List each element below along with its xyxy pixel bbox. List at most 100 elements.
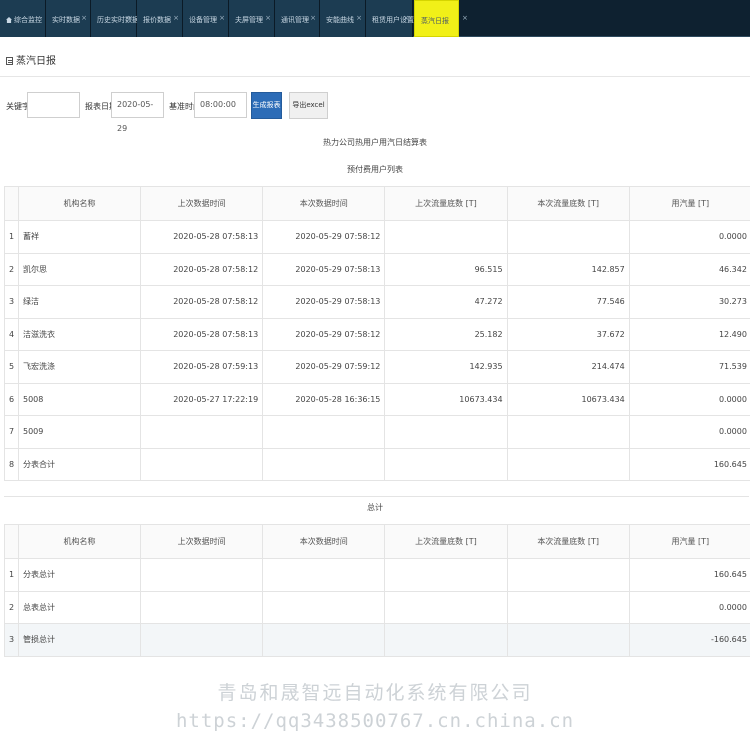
table-row[interactable]: 3 管损总计 -160.645 — [4, 623, 750, 657]
tab-2[interactable]: 历史实时数据 × — [91, 0, 139, 37]
this-flow-base — [506, 220, 630, 254]
col-this-base[interactable]: 本次流量底数 [T] — [506, 524, 630, 559]
this-flow-base — [506, 447, 630, 481]
tab-6[interactable]: 通讯管理 × — [275, 0, 320, 37]
org-name: 洁滋洗衣 — [18, 317, 141, 351]
org-name: 分表总计 — [18, 558, 141, 592]
col-this-time[interactable]: 本次数据时间 — [262, 186, 386, 221]
tab-9-close-icon[interactable]: × — [462, 14, 468, 22]
table-row[interactable]: 2 总表总计 0.0000 — [4, 590, 750, 624]
tab-3-close-icon[interactable]: × — [173, 14, 179, 22]
tab-2-close-icon[interactable]: × — [127, 14, 133, 22]
table-row[interactable]: 2 凯尔思 2020-05-28 07:58:12 2020-05-29 07:58:… — [4, 252, 750, 286]
tab-4-close-icon[interactable]: × — [219, 14, 225, 22]
table-row[interactable]: 8 分表合计 160.645 — [4, 447, 750, 481]
tab-0[interactable]: 综合监控 — [0, 0, 46, 37]
section2-title: 总计 — [367, 503, 383, 512]
keyword-input[interactable] — [27, 92, 80, 118]
last-flow-base — [384, 415, 508, 449]
table-row[interactable]: 7 5009 0.0000 — [4, 415, 750, 449]
tab-7[interactable]: 安能曲线 × — [320, 0, 366, 37]
tab-5[interactable]: 夫屏管理 × — [229, 0, 275, 37]
org-name: 5009 — [18, 415, 141, 449]
col-usage[interactable]: 用汽量 [T] — [628, 524, 750, 559]
tab-5-close-icon[interactable]: × — [265, 14, 271, 22]
tab-7-close-icon[interactable]: × — [356, 14, 362, 22]
tab-6-close-icon[interactable]: × — [310, 14, 316, 22]
row-index: 1 — [4, 220, 19, 254]
report-date-input[interactable]: 2020-05-29 — [111, 92, 164, 133]
col-this-time[interactable]: 本次数据时间 — [262, 524, 386, 559]
tab-9-label: 蒸汽日报 — [421, 17, 449, 25]
last-data-time — [139, 415, 264, 449]
col-org-name[interactable]: 机构名称 — [18, 524, 141, 559]
last-data-time — [139, 623, 264, 657]
watermark-url: https://qq3438500767.cn.china.cn — [175, 710, 575, 732]
last-data-time: 2020-05-28 07:59:13 — [139, 350, 264, 384]
col-this-base[interactable]: 本次流量底数 [T] — [506, 186, 630, 221]
this-data-time: 2020-05-29 07:58:13 — [262, 252, 386, 286]
steam-usage: 160.645 — [628, 447, 750, 481]
table-header-row: 机构名称 上次数据时间 本次数据时间 上次流量底数 [T] 本次流量底数 [T]… — [4, 524, 750, 559]
last-data-time — [139, 558, 264, 592]
last-data-time — [139, 447, 264, 481]
row-index: 7 — [4, 415, 19, 449]
row-index: 8 — [4, 447, 19, 481]
steam-usage: 0.0000 — [628, 590, 750, 624]
tab-8[interactable]: 租赁用户设置 × — [366, 0, 414, 37]
tab-9[interactable]: 蒸汽日报 — [414, 0, 459, 37]
row-index: 6 — [4, 382, 19, 416]
tab-3-label: 报价数据 — [143, 16, 171, 24]
last-data-time: 2020-05-28 07:58:12 — [139, 252, 264, 286]
col-org-name[interactable]: 机构名称 — [18, 186, 141, 221]
table-row[interactable]: 5 飞宏洗涤 2020-05-28 07:59:13 2020-05-29 07:59… — [4, 350, 750, 384]
last-flow-base: 10673.434 — [384, 382, 508, 416]
this-flow-base — [506, 558, 630, 592]
table-row[interactable]: 1 蓄祥 2020-05-28 07:58:13 2020-05-29 07:58:1… — [4, 220, 750, 254]
last-flow-base: 47.272 — [384, 285, 508, 319]
org-name: 凯尔思 — [18, 252, 141, 286]
org-name: 管损总计 — [18, 623, 141, 657]
steam-usage: 12.490 — [628, 317, 750, 351]
tab-8-close-icon[interactable]: × — [403, 14, 409, 22]
row-index: 2 — [4, 252, 19, 286]
org-name: 飞宏洗涤 — [18, 350, 141, 384]
this-flow-base: 37.672 — [506, 317, 630, 351]
this-data-time — [262, 590, 386, 624]
generate-report-button[interactable]: 生成报表 — [251, 92, 282, 119]
row-index: 3 — [4, 285, 19, 319]
table-row[interactable]: 4 洁滋洗衣 2020-05-28 07:58:13 2020-05-29 07:58… — [4, 317, 750, 351]
col-usage[interactable]: 用汽量 [T] — [628, 186, 750, 221]
steam-usage: 30.273 — [628, 285, 750, 319]
last-flow-base — [384, 623, 508, 657]
last-flow-base: 96.515 — [384, 252, 508, 286]
section1-title: 预付费用户列表 — [347, 165, 403, 174]
col-last-time[interactable]: 上次数据时间 — [139, 524, 264, 559]
col-last-base[interactable]: 上次流量底数 [T] — [384, 524, 508, 559]
table-row[interactable]: 3 绿洁 2020-05-28 07:58:12 2020-05-29 07:58:1… — [4, 285, 750, 319]
last-flow-base: 142.935 — [384, 350, 508, 384]
export-excel-button[interactable]: 导出excel — [289, 92, 328, 119]
last-data-time: 2020-05-28 07:58:13 — [139, 220, 264, 254]
this-data-time: 2020-05-29 07:58:12 — [262, 317, 386, 351]
steam-usage: 0.0000 — [628, 220, 750, 254]
tab-label: 综合监控 — [6, 15, 42, 25]
last-flow-base: 25.182 — [384, 317, 508, 351]
col-last-base[interactable]: 上次流量底数 [T] — [384, 186, 508, 221]
this-flow-base: 214.474 — [506, 350, 630, 384]
table-row[interactable]: 1 分表总计 160.645 — [4, 558, 750, 592]
page-title-text: 蒸汽日报 — [16, 56, 56, 67]
tab-1[interactable]: 实时数据 × — [46, 0, 91, 37]
base-time-input[interactable]: 08:00:00 — [194, 92, 247, 118]
steam-usage: 0.0000 — [628, 415, 750, 449]
col-last-time[interactable]: 上次数据时间 — [139, 186, 264, 221]
tab-4[interactable]: 设备管理 × — [183, 0, 229, 37]
this-flow-base: 77.546 — [506, 285, 630, 319]
table-row[interactable]: 6 5008 2020-05-27 17:22:19 2020-05-28 16:36… — [4, 382, 750, 416]
this-data-time — [262, 447, 386, 481]
org-name: 总表总计 — [18, 590, 141, 624]
last-data-time: 2020-05-28 07:58:12 — [139, 285, 264, 319]
row-index: 4 — [4, 317, 19, 351]
tab-3[interactable]: 报价数据 × — [137, 0, 183, 37]
tab-1-close-icon[interactable]: × — [81, 14, 87, 22]
